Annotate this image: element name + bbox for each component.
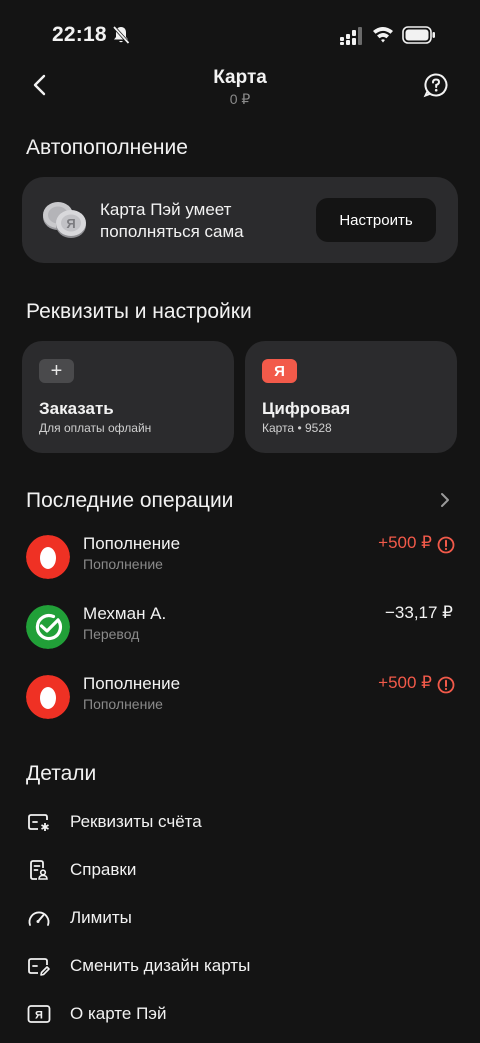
- help-icon[interactable]: [423, 72, 449, 98]
- operation-amount: −33,17 ₽: [384, 603, 453, 622]
- details-item-label: О карте Пэй: [70, 1004, 167, 1023]
- operation-subtitle: Пополнение: [83, 696, 163, 712]
- svg-text:Я: Я: [35, 1010, 43, 1022]
- wifi-icon: [373, 27, 393, 43]
- operation-row[interactable]: Пополнение Пополнение +500 ₽: [0, 528, 480, 588]
- operation-subtitle: Пополнение: [83, 556, 163, 572]
- sber-icon: [26, 605, 70, 649]
- plus-icon: +: [39, 359, 74, 383]
- operation-subtitle: Перевод: [83, 626, 140, 642]
- digital-card-tile[interactable]: Я Цифровая Карта • 9528: [245, 341, 457, 453]
- operation-amount: +500 ₽: [378, 533, 432, 552]
- status-bar: 22:18: [0, 0, 480, 70]
- autopay-card: Я Карта Пэй умеет пополняться сама Настр…: [22, 177, 458, 263]
- chevron-right-icon[interactable]: [438, 490, 452, 510]
- gauge-icon: [28, 911, 50, 926]
- account-details-icon: [28, 814, 49, 831]
- operation-title: Пополнение: [83, 534, 181, 553]
- autopay-section-title: Автопополнение: [26, 136, 188, 159]
- details-section-title: Детали: [26, 762, 97, 785]
- details-item-account[interactable]: Реквизиты счёта: [0, 802, 480, 842]
- requisites-section-title: Реквизиты и настройки: [26, 300, 252, 323]
- signal-icon: [340, 27, 362, 45]
- operation-row[interactable]: Пополнение Пополнение +500 ₽: [0, 668, 480, 728]
- setup-autopay-button[interactable]: Настроить: [316, 198, 436, 242]
- svg-text:Я: Я: [66, 216, 75, 231]
- alert-icon: [437, 676, 455, 694]
- details-item-label: Реквизиты счёта: [70, 812, 202, 831]
- card-balance: 0 ₽: [229, 91, 251, 107]
- operations-section-title: Последние операции: [26, 489, 234, 512]
- alfa-bank-icon: [26, 675, 70, 719]
- autopay-description: Карта Пэй умеет пополняться сама: [100, 200, 244, 241]
- operation-title: Мехман А.: [83, 604, 167, 623]
- details-item-about-card[interactable]: Я О карте Пэй: [0, 994, 480, 1034]
- details-item-certificates[interactable]: Справки: [0, 850, 480, 890]
- nav-header: Карта 0 ₽: [0, 62, 480, 112]
- order-card-tile[interactable]: + Заказать Для оплаты офлайн: [22, 341, 234, 453]
- details-item-label: Справки: [70, 860, 137, 879]
- details-item-label: Сменить дизайн карты: [70, 956, 251, 975]
- alfa-bank-icon: [26, 535, 70, 579]
- order-card-subtitle: Для оплаты офлайн: [39, 421, 152, 435]
- digital-card-subtitle: Карта • 9528: [262, 421, 332, 435]
- order-card-title: Заказать: [39, 399, 114, 418]
- alert-icon: [437, 536, 455, 554]
- bell-muted-icon: [112, 25, 130, 45]
- details-item-card-design[interactable]: Сменить дизайн карты: [0, 946, 480, 986]
- operation-amount: +500 ₽: [378, 673, 432, 692]
- battery-icon: [402, 26, 435, 44]
- operation-title: Пополнение: [83, 674, 181, 693]
- digital-card-title: Цифровая: [262, 399, 351, 418]
- ya-card-icon: Я: [27, 1005, 51, 1023]
- operation-row[interactable]: Мехман А. Перевод −33,17 ₽: [0, 598, 480, 658]
- details-item-limits[interactable]: Лимиты: [0, 898, 480, 938]
- coins-icon: Я: [43, 202, 86, 238]
- page-title: Карта: [213, 67, 267, 88]
- status-time: 22:18: [52, 23, 107, 46]
- card-design-icon: [28, 958, 50, 976]
- yandex-card-icon: Я: [262, 359, 297, 383]
- certificates-icon: [30, 860, 48, 880]
- details-item-label: Лимиты: [70, 908, 132, 927]
